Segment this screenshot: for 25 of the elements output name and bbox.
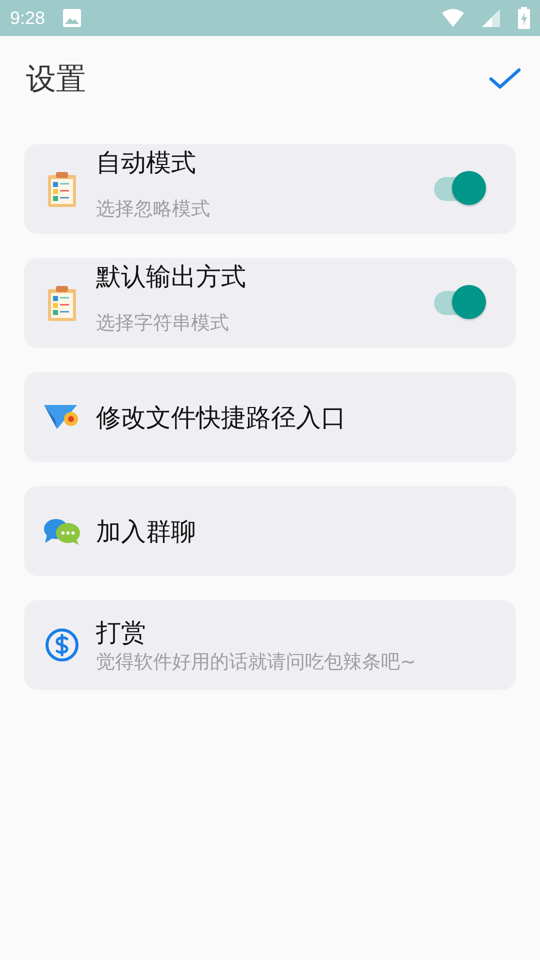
settings-item[interactable]: 打赏 觉得软件好用的话就请问吃包辣条吧~ — [24, 600, 516, 690]
chat-bubbles-icon — [43, 516, 81, 546]
item-subtitle: 选择字符串模式 — [96, 311, 230, 336]
dollar-coin-icon — [45, 628, 79, 662]
item-subtitle: 觉得软件好用的话就请问吃包辣条吧~ — [96, 650, 417, 674]
confirm-check-icon[interactable] — [488, 67, 522, 91]
battery-icon — [518, 7, 530, 29]
item-subtitle: 选择忽略模式 — [96, 197, 211, 222]
settings-item[interactable]: 修改文件快捷路径入口 — [24, 372, 516, 462]
wifi-icon — [442, 9, 464, 27]
item-title: 打赏 — [96, 616, 147, 648]
item-title: 默认输出方式 — [96, 261, 247, 293]
item-title: 加入群聊 — [96, 516, 197, 548]
settings-item[interactable]: 自动模式 选择忽略模式 — [24, 144, 516, 234]
page-title: 设置 — [26, 60, 87, 98]
item-title: 修改文件快捷路径入口 — [96, 402, 347, 434]
signal-icon — [482, 9, 500, 27]
clipboard-icon — [47, 284, 77, 322]
settings-item[interactable]: 默认输出方式 选择字符串模式 — [24, 258, 516, 348]
settings-item[interactable]: 加入群聊 — [24, 486, 516, 576]
item-title: 自动模式 — [96, 147, 197, 179]
clipboard-icon — [47, 170, 77, 208]
paper-plane-icon — [43, 403, 81, 431]
status-time: 9:28 — [10, 8, 46, 28]
image-icon — [63, 9, 82, 27]
